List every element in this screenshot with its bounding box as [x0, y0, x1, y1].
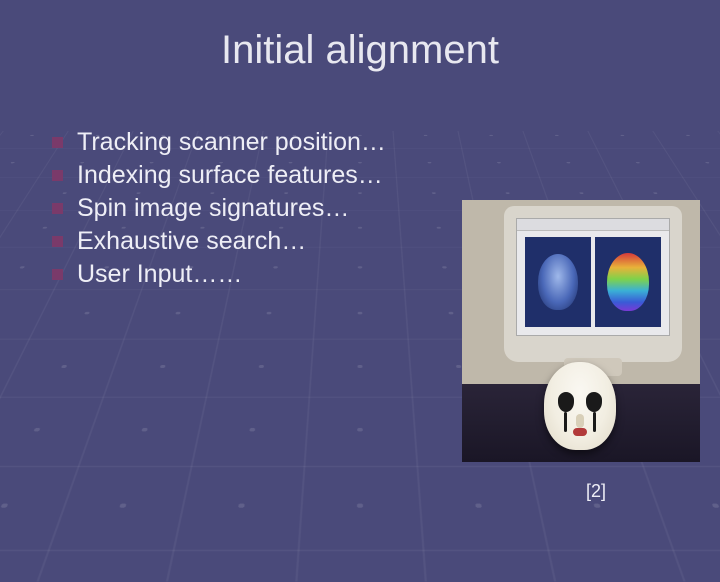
window-bar	[517, 219, 669, 231]
bullet-icon	[52, 236, 63, 247]
left-pane	[525, 237, 591, 327]
list-item: Spin image signatures…	[52, 194, 386, 223]
slide-title: Initial alignment	[0, 28, 720, 73]
monitor	[504, 206, 682, 362]
bullet-icon	[52, 170, 63, 181]
mask-nose	[576, 414, 584, 428]
bullet-text: Exhaustive search…	[77, 227, 306, 256]
list-item: Tracking scanner position…	[52, 128, 386, 157]
right-pane	[595, 237, 661, 327]
mask-prop	[544, 362, 616, 450]
bullet-text: User Input……	[77, 260, 242, 289]
mask-tear	[564, 412, 567, 432]
slide-image	[462, 200, 700, 462]
citation: [2]	[586, 481, 606, 502]
mask-eye	[586, 392, 602, 412]
face-mesh-icon	[538, 254, 578, 310]
mask-eye	[558, 392, 574, 412]
mask-tear	[593, 412, 596, 432]
list-item: User Input……	[52, 260, 386, 289]
bullet-icon	[52, 137, 63, 148]
list-item: Indexing surface features…	[52, 161, 386, 190]
list-item: Exhaustive search…	[52, 227, 386, 256]
mask-lips	[573, 428, 587, 436]
bullet-text: Indexing surface features…	[77, 161, 383, 190]
bullet-icon	[52, 269, 63, 280]
bullet-list: Tracking scanner position… Indexing surf…	[52, 128, 386, 293]
screen-panes	[525, 237, 661, 327]
bullet-text: Tracking scanner position…	[77, 128, 386, 157]
monitor-screen	[516, 218, 670, 336]
face-heatmap-icon	[607, 253, 649, 311]
bullet-icon	[52, 203, 63, 214]
bullet-text: Spin image signatures…	[77, 194, 349, 223]
